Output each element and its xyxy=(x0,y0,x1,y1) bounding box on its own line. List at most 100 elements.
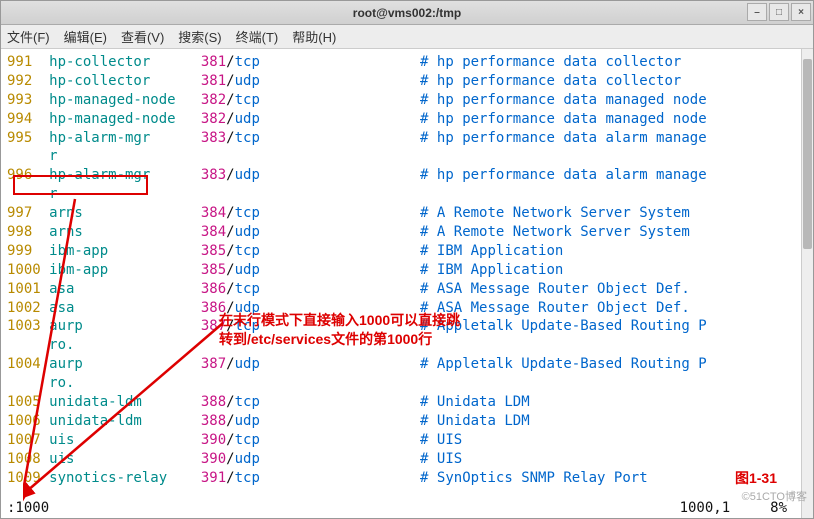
slash: / xyxy=(226,262,234,278)
protocol: tcp xyxy=(235,432,260,448)
file-line: 999 ibm-app 385/tcp # IBM Application xyxy=(7,242,807,261)
protocol: udp xyxy=(235,413,260,429)
port-number: 383 xyxy=(201,167,226,183)
file-line: 1001 asa 386/tcp # ASA Message Router Ob… xyxy=(7,280,807,299)
protocol: tcp xyxy=(235,394,260,410)
comment: IBM Application xyxy=(437,262,563,278)
menu-help[interactable]: 帮助(H) xyxy=(292,27,336,46)
line-number: 992 xyxy=(7,72,41,91)
menu-search[interactable]: 搜索(S) xyxy=(178,27,221,46)
line-number: 1002 xyxy=(7,299,41,318)
file-line: 1000 ibm-app 385/udp # IBM Application xyxy=(7,261,807,280)
slash: / xyxy=(226,432,234,448)
port-number: 382 xyxy=(201,92,226,108)
comment: Appletalk Update-Based Routing P xyxy=(437,318,707,334)
service-name: asa xyxy=(49,300,184,316)
menu-terminal[interactable]: 终端(T) xyxy=(236,27,279,46)
line-number: 1008 xyxy=(7,450,41,469)
slash: / xyxy=(226,451,234,467)
port-number: 388 xyxy=(201,394,226,410)
port-number: 390 xyxy=(201,432,226,448)
vim-status-line: :1000 1000,1 8% xyxy=(7,500,807,518)
file-line: 992 hp-collector 381/udp # hp performanc… xyxy=(7,72,807,91)
menu-view[interactable]: 查看(V) xyxy=(121,27,164,46)
port-number: 381 xyxy=(201,73,226,89)
file-line: r xyxy=(7,185,807,204)
service-name: ro. xyxy=(49,375,74,391)
figure-label: 图1-31 xyxy=(735,468,777,488)
line-number: 999 xyxy=(7,242,41,261)
line-number: 1000 xyxy=(7,261,41,280)
scrollbar[interactable] xyxy=(801,49,813,518)
line-number: 995 xyxy=(7,129,41,148)
slash: / xyxy=(226,243,234,259)
service-name: hp-collector xyxy=(49,73,184,89)
protocol: tcp xyxy=(235,54,260,70)
file-line: 997 arns 384/tcp # A Remote Network Serv… xyxy=(7,204,807,223)
slash: / xyxy=(226,224,234,240)
service-name: unidata-ldm xyxy=(49,413,184,429)
slash: / xyxy=(226,167,234,183)
comment: ASA Message Router Object Def. xyxy=(437,281,690,297)
menu-file[interactable]: 文件(F) xyxy=(7,27,50,46)
file-line: 1004 aurp 387/udp # Appletalk Update-Bas… xyxy=(7,355,807,374)
vim-command: :1000 xyxy=(7,500,49,518)
line-number: 1003 xyxy=(7,317,41,336)
slash: / xyxy=(226,130,234,146)
file-line: 1008 uis 390/udp # UIS xyxy=(7,450,807,469)
hash: # xyxy=(420,432,437,448)
hash: # xyxy=(420,243,437,259)
window-titlebar: root@vms002:/tmp – □ × xyxy=(1,1,813,25)
slash: / xyxy=(226,470,234,486)
protocol: tcp xyxy=(235,205,260,221)
comment: UIS xyxy=(437,451,462,467)
line-number: 1009 xyxy=(7,469,41,488)
maximize-button[interactable]: □ xyxy=(769,3,789,21)
hash: # xyxy=(420,130,437,146)
service-name: ibm-app xyxy=(49,243,184,259)
line-number: 991 xyxy=(7,53,41,72)
file-line: r xyxy=(7,147,807,166)
slash: / xyxy=(226,356,234,372)
terminal-content[interactable]: 991 hp-collector 381/tcp # hp performanc… xyxy=(1,49,813,518)
comment: hp performance data collector xyxy=(437,73,681,89)
service-name: uis xyxy=(49,432,184,448)
file-line: 994 hp-managed-node 382/udp # hp perform… xyxy=(7,110,807,129)
hash: # xyxy=(420,394,437,410)
service-name: hp-alarm-mgr xyxy=(49,167,184,183)
port-number: 384 xyxy=(201,224,226,240)
service-name: uis xyxy=(49,451,184,467)
service-name: ro. xyxy=(49,337,74,353)
hash: # xyxy=(420,470,437,486)
comment: A Remote Network Server System xyxy=(437,205,690,221)
line-number xyxy=(7,374,41,393)
slash: / xyxy=(226,281,234,297)
comment: ASA Message Router Object Def. xyxy=(437,300,690,316)
protocol: udp xyxy=(235,73,260,89)
scrollbar-thumb[interactable] xyxy=(803,59,812,249)
file-line: ro. xyxy=(7,374,807,393)
close-button[interactable]: × xyxy=(791,3,811,21)
window-title: root@vms002:/tmp xyxy=(353,6,461,20)
line-number xyxy=(7,336,41,355)
line-number: 993 xyxy=(7,91,41,110)
hash: # xyxy=(420,224,437,240)
line-number: 996 xyxy=(7,166,41,185)
service-name: unidata-ldm xyxy=(49,394,184,410)
service-name: hp-managed-node xyxy=(49,111,184,127)
slash: / xyxy=(226,92,234,108)
hash: # xyxy=(420,73,437,89)
file-line: 1005 unidata-ldm 388/tcp # Unidata LDM xyxy=(7,393,807,412)
service-name: ibm-app xyxy=(49,262,184,278)
service-name: r xyxy=(49,148,57,164)
menu-edit[interactable]: 编辑(E) xyxy=(64,27,107,46)
slash: / xyxy=(226,205,234,221)
protocol: tcp xyxy=(235,243,260,259)
comment: Appletalk Update-Based Routing P xyxy=(437,356,707,372)
file-line: 996 hp-alarm-mgr 383/udp # hp performanc… xyxy=(7,166,807,185)
minimize-button[interactable]: – xyxy=(747,3,767,21)
window-controls: – □ × xyxy=(747,3,811,21)
comment: IBM Application xyxy=(437,243,563,259)
slash: / xyxy=(226,111,234,127)
port-number: 385 xyxy=(201,262,226,278)
